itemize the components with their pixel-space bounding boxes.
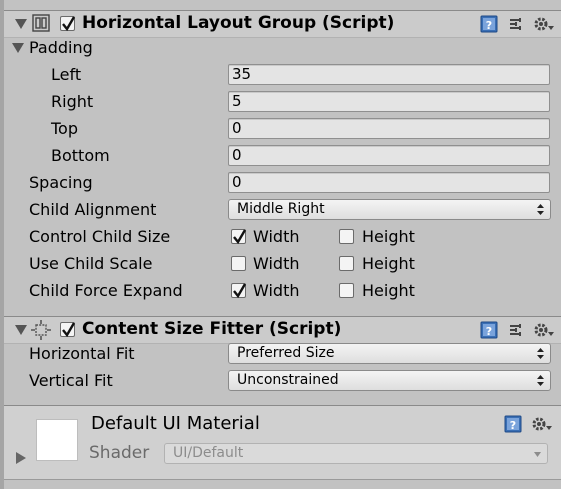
child-alignment-dropdown[interactable]: Middle Right (228, 199, 551, 220)
material-preview (36, 419, 78, 461)
size-fitter-icon (31, 320, 51, 340)
help-book-icon[interactable]: ? (480, 15, 498, 33)
dropdown-arrow-icon (534, 452, 541, 457)
size-fitter-enabled-checkbox[interactable] (60, 322, 76, 338)
vertical-fit-dropdown[interactable]: Unconstrained (228, 370, 551, 391)
control-child-size-height-label[interactable]: Height (362, 227, 415, 247)
material-title: Default UI Material (91, 413, 260, 434)
layout-group-title: Horizontal Layout Group (Script) (82, 13, 395, 33)
padding-bottom-label: Bottom (51, 146, 110, 165)
use-child-scale-label: Use Child Scale (29, 254, 153, 273)
svg-text:?: ? (486, 19, 492, 32)
control-child-size-width-label[interactable]: Width (253, 227, 299, 247)
vertical-fit-value: Unconstrained (237, 372, 339, 388)
presets-icon[interactable] (507, 321, 525, 339)
padding-right-label: Right (51, 92, 94, 111)
padding-label[interactable]: Padding (29, 38, 93, 58)
inspector-panel: Horizontal Layout Group (Script) ? Paddi… (0, 0, 561, 489)
use-child-scale-height-label[interactable]: Height (362, 254, 415, 274)
checkmark-icon (233, 229, 247, 245)
inspector-bottom-bar (4, 479, 561, 489)
layout-group-icon (32, 14, 50, 32)
foldout-arrow-icon[interactable] (15, 325, 27, 335)
use-child-scale-width-label[interactable]: Width (253, 254, 299, 274)
padding-right-field[interactable]: 5 (228, 91, 550, 112)
checkmark-icon (62, 16, 76, 32)
shader-value: UI/Default (173, 445, 244, 461)
spacing-label: Spacing (29, 173, 93, 192)
checkmark-icon (233, 283, 247, 299)
dropdown-arrow-icon (537, 204, 544, 215)
content-size-fitter-header[interactable]: Content Size Fitter (Script) ? (4, 316, 561, 344)
child-force-expand-width-checkbox[interactable] (231, 283, 247, 299)
padding-top-label: Top (51, 119, 78, 138)
horizontal-fit-dropdown[interactable]: Preferred Size (228, 343, 551, 364)
dropdown-arrow-icon (537, 348, 544, 359)
control-child-size-label: Control Child Size (29, 227, 171, 246)
child-force-expand-height-label[interactable]: Height (362, 281, 415, 301)
help-book-icon[interactable]: ? (504, 415, 522, 433)
control-child-size-width-checkbox[interactable] (231, 229, 247, 245)
shader-label: Shader (89, 443, 150, 463)
gear-icon[interactable] (533, 321, 554, 339)
padding-top-field[interactable]: 0 (228, 118, 550, 139)
vertical-fit-label: Vertical Fit (29, 371, 113, 390)
help-book-icon[interactable]: ? (480, 321, 498, 339)
control-child-size-height-checkbox[interactable] (339, 229, 354, 244)
dropdown-arrow-icon (537, 375, 544, 386)
spacing-field[interactable]: 0 (228, 172, 550, 193)
checkmark-icon (62, 322, 76, 338)
material-section: Default UI Material Shader UI/Default ? (4, 405, 561, 489)
svg-text:?: ? (486, 325, 492, 338)
foldout-arrow-icon[interactable] (15, 19, 27, 29)
use-child-scale-height-checkbox[interactable] (339, 256, 354, 271)
child-force-expand-height-checkbox[interactable] (339, 283, 354, 298)
material-foldout-icon[interactable] (16, 452, 26, 464)
padding-left-label: Left (51, 65, 82, 84)
horizontal-layout-group-header[interactable]: Horizontal Layout Group (Script) ? (4, 10, 561, 38)
use-child-scale-width-checkbox[interactable] (231, 256, 246, 271)
layout-group-enabled-checkbox[interactable] (60, 16, 76, 32)
child-alignment-label: Child Alignment (29, 200, 157, 219)
gear-icon[interactable] (531, 415, 552, 433)
presets-icon[interactable] (507, 15, 525, 33)
gear-icon[interactable] (533, 15, 554, 33)
size-fitter-title: Content Size Fitter (Script) (82, 319, 342, 339)
horizontal-fit-label: Horizontal Fit (29, 344, 135, 363)
child-alignment-value: Middle Right (237, 201, 325, 217)
shader-dropdown[interactable]: UI/Default (164, 443, 548, 464)
padding-bottom-field[interactable]: 0 (228, 145, 550, 166)
child-force-expand-width-label[interactable]: Width (253, 281, 299, 301)
padding-left-field[interactable]: 35 (228, 64, 550, 85)
padding-foldout-icon[interactable] (12, 43, 24, 53)
child-force-expand-label: Child Force Expand (29, 281, 183, 300)
svg-text:?: ? (510, 419, 516, 432)
horizontal-fit-value: Preferred Size (237, 345, 335, 361)
